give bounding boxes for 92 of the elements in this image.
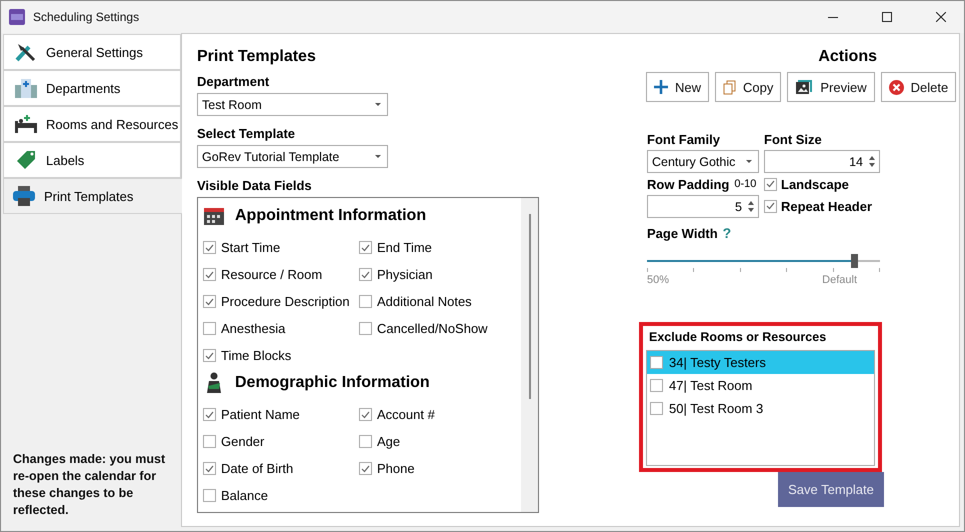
close-icon xyxy=(936,12,946,22)
checkbox[interactable] xyxy=(359,241,372,254)
checkbox-label: Procedure Description xyxy=(221,294,350,309)
range-hint: 0-10 xyxy=(734,178,756,190)
checkbox-label: Additional Notes xyxy=(377,294,472,309)
checkbox[interactable] xyxy=(203,349,216,362)
bed-icon xyxy=(14,113,38,135)
checkbox-label: Age xyxy=(377,434,400,449)
image-icon xyxy=(795,79,814,95)
template-dropdown[interactable]: GoRev Tutorial Template xyxy=(197,145,388,168)
font-family-dropdown[interactable]: Century Gothic xyxy=(647,150,759,173)
checkbox[interactable] xyxy=(650,356,663,369)
field-label: Exclude Rooms or Resources xyxy=(649,330,828,344)
checkbox[interactable] xyxy=(359,408,372,421)
sidebar-tab[interactable]: Labels xyxy=(3,142,181,178)
maximize-icon xyxy=(882,12,892,22)
action-button[interactable]: Copy xyxy=(715,72,782,102)
field-label: Visible Data Fields xyxy=(197,178,313,193)
department-dropdown[interactable]: Test Room xyxy=(197,93,388,116)
group-heading: Demographic Information xyxy=(235,374,430,392)
sidebar-tab[interactable]: Print Templates xyxy=(3,178,182,214)
checkbox[interactable] xyxy=(650,379,663,392)
checkbox-label: Resource / Room xyxy=(221,267,322,282)
checkbox[interactable] xyxy=(203,462,216,475)
window-title: Scheduling Settings xyxy=(33,10,140,24)
slider-min-label: 50% xyxy=(647,274,670,286)
checkbox-label: Balance xyxy=(221,488,268,503)
checkbox[interactable] xyxy=(359,295,372,308)
scrollbar[interactable] xyxy=(521,198,538,512)
action-button[interactable]: Preview xyxy=(787,72,875,102)
slider-thumb[interactable] xyxy=(851,254,858,268)
field-label: Page Width xyxy=(647,226,718,240)
checkbox-label: End Time xyxy=(377,240,432,255)
field-label: Font Size xyxy=(764,130,823,148)
sidebar-tab[interactable]: Departments xyxy=(3,70,181,106)
slider-max-label: Default xyxy=(822,274,857,286)
changes-note: Changes made: you must re-open the calendar for these changes to be reflected. xyxy=(12,451,166,519)
plus-icon xyxy=(654,80,668,94)
checkbox-label: Phone xyxy=(377,461,415,476)
save-template-button[interactable]: Save Template xyxy=(778,472,884,507)
tools-icon xyxy=(14,41,38,63)
app-logo-icon xyxy=(9,9,25,25)
help-link[interactable]: ? xyxy=(722,225,732,241)
checkbox-label: Repeat Header xyxy=(781,198,872,214)
checkbox-label: Anesthesia xyxy=(221,321,286,336)
list-item[interactable]: 34| Testy Testers xyxy=(647,351,874,374)
checkbox[interactable] xyxy=(203,489,216,502)
group-heading: Appointment Information xyxy=(235,207,426,225)
checkbox-label: Landscape xyxy=(781,176,849,192)
checkbox[interactable] xyxy=(203,435,216,448)
building-icon xyxy=(14,77,38,99)
checkbox[interactable] xyxy=(359,268,372,281)
checkbox[interactable] xyxy=(764,200,777,212)
checkbox[interactable] xyxy=(203,241,216,254)
field-label: Select Template xyxy=(197,126,296,141)
sidebar-tab[interactable]: General Settings xyxy=(3,34,181,70)
checkbox[interactable] xyxy=(203,408,216,421)
checkbox-label: Gender xyxy=(221,434,264,449)
checkbox-label: Cancelled/NoShow xyxy=(377,321,488,336)
checkbox-label: Physician xyxy=(377,267,433,282)
checkbox-label: Account # xyxy=(377,407,435,422)
row-padding-spinner[interactable]: 5 xyxy=(647,195,759,218)
checkbox-label: Time Blocks xyxy=(221,348,292,363)
minimize-icon xyxy=(828,16,838,18)
checkbox[interactable] xyxy=(764,178,777,190)
section-title: Print Templates xyxy=(197,48,317,66)
checkbox[interactable] xyxy=(203,322,216,335)
checkbox[interactable] xyxy=(203,295,216,308)
checkbox[interactable] xyxy=(650,402,663,415)
checkbox[interactable] xyxy=(359,462,372,475)
checkbox[interactable] xyxy=(359,322,372,335)
copy-icon xyxy=(723,80,736,94)
field-label: Font Family xyxy=(647,130,721,149)
checkbox-label: Date of Birth xyxy=(221,461,294,476)
calendar-icon xyxy=(203,206,225,226)
field-label: Department xyxy=(197,74,270,89)
list-item[interactable]: 47| Test Room xyxy=(647,374,874,397)
spin-arrows-icon[interactable] xyxy=(869,156,875,167)
printer-icon xyxy=(12,185,36,207)
action-button[interactable]: Delete xyxy=(880,72,956,102)
checkbox-label: Start Time xyxy=(221,240,280,255)
checkbox[interactable] xyxy=(203,268,216,281)
delete-icon xyxy=(888,80,904,94)
action-button[interactable]: New xyxy=(646,72,710,102)
checkbox[interactable] xyxy=(359,435,372,448)
checkbox-label: Patient Name xyxy=(221,407,300,422)
sidebar-tab[interactable]: Rooms and Resources xyxy=(3,106,181,142)
font-size-spinner[interactable]: 14 xyxy=(764,150,880,173)
actions-heading: Actions xyxy=(817,48,878,66)
spin-arrows-icon[interactable] xyxy=(748,201,754,212)
list-item[interactable]: 50| Test Room 3 xyxy=(647,397,874,420)
field-label: Row Padding xyxy=(647,176,730,192)
